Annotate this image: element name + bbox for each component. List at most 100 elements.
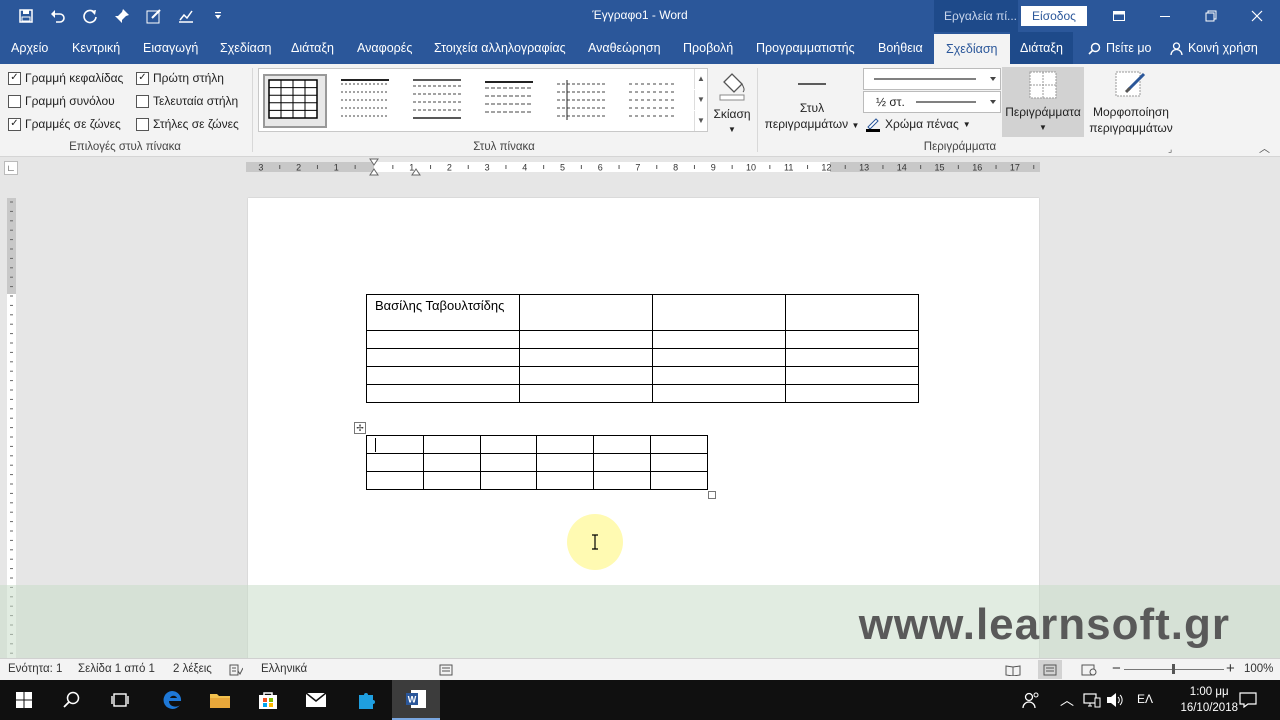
table-style-plain-4[interactable] (551, 74, 611, 124)
save-button[interactable] (14, 6, 38, 26)
status-section[interactable]: Ενότητα: 1 (8, 663, 62, 675)
table-style-plain-3[interactable] (479, 74, 539, 124)
table-cell[interactable] (651, 348, 786, 367)
tab-home[interactable]: Κεντρική (72, 32, 120, 64)
table-cell[interactable] (650, 435, 708, 454)
macro-icon[interactable] (439, 664, 453, 676)
store-button[interactable] (244, 680, 292, 720)
status-page[interactable]: Σελίδα 1 από 1 (78, 663, 155, 675)
table-cell[interactable] (366, 366, 520, 385)
edge-button[interactable] (148, 680, 196, 720)
table-cell[interactable] (651, 384, 786, 403)
redo-button[interactable] (78, 6, 102, 26)
start-button[interactable] (0, 680, 48, 720)
banded-rows-checkbox[interactable]: ✓ Γραμμές σε ζώνες (8, 117, 121, 131)
table-cell[interactable] (479, 435, 538, 454)
zoom-level[interactable]: 100% (1244, 663, 1273, 675)
table-cell[interactable] (366, 330, 520, 349)
line-style-dropdown[interactable] (863, 68, 1001, 90)
share-button[interactable]: Κοινή χρήση (1170, 32, 1258, 64)
table-cell[interactable] (366, 384, 520, 403)
tab-design[interactable]: Σχεδίαση (220, 32, 272, 64)
table-resize-handle[interactable] (708, 491, 716, 499)
table-cell[interactable] (593, 471, 652, 490)
tab-help[interactable]: Βοήθεια (878, 32, 923, 64)
tab-references[interactable]: Αναφορές (357, 32, 412, 64)
table-cell[interactable] (651, 294, 786, 331)
gallery-more[interactable]: ▼ (694, 111, 707, 131)
tab-selector[interactable]: ∟ (4, 161, 18, 175)
collapse-ribbon-icon[interactable]: ︿ (1259, 140, 1270, 156)
table-cell[interactable] (650, 453, 708, 472)
minimize-button[interactable] (1142, 0, 1188, 32)
tell-me-box[interactable]: Πείτε μο (1088, 32, 1152, 64)
table-cell[interactable] (784, 384, 920, 403)
table-cell[interactable] (536, 453, 595, 472)
status-words[interactable]: 2 λέξεις (173, 663, 212, 675)
table-cell[interactable] (593, 453, 652, 472)
border-painter-button[interactable]: Μορφοποίηση περιγραμμάτων (1086, 68, 1176, 136)
zoom-slider-thumb[interactable] (1172, 664, 1175, 674)
horizontal-ruler[interactable]: ∟ 3 2 1 1 2 3 4 5 6 7 8 9 10 11 12 13 14 15 16 17 (0, 158, 1280, 176)
table-cell[interactable] (651, 366, 786, 385)
table-cell[interactable] (366, 348, 520, 367)
clock[interactable]: 1:00 μμ 16/10/2018 (1180, 684, 1238, 716)
table-styles-gallery[interactable]: ▲ ▼ ▼ (258, 68, 708, 132)
customize-qat-button[interactable] (206, 6, 230, 26)
table-cell[interactable] (518, 330, 653, 349)
proofing-icon[interactable] (229, 664, 243, 676)
show-hidden-icons-icon[interactable]: ︿ (1060, 690, 1074, 710)
table-cell[interactable] (650, 471, 708, 490)
table-cell[interactable] (518, 294, 653, 331)
table-cell[interactable] (518, 384, 653, 403)
tab-table-layout[interactable]: Διάταξη (1010, 32, 1073, 64)
table-cell[interactable] (366, 471, 424, 490)
volume-icon[interactable] (1106, 692, 1124, 708)
input-language[interactable]: ΕΛ (1137, 692, 1153, 706)
pin-button[interactable] (110, 6, 134, 26)
undo-button[interactable] (46, 6, 70, 26)
zoom-in-button[interactable]: + (1226, 660, 1235, 677)
tab-file[interactable]: Αρχείο (11, 32, 48, 64)
table-cell[interactable] (784, 294, 920, 331)
tab-layout[interactable]: Διάταξη (291, 32, 334, 64)
table-move-handle-icon[interactable]: ✢ (354, 422, 366, 434)
table-style-plain-5[interactable] (623, 74, 683, 124)
table-cell[interactable] (593, 435, 652, 454)
chart-button[interactable] (174, 6, 198, 26)
status-language[interactable]: Ελληνικά (261, 663, 307, 675)
search-button[interactable] (48, 680, 96, 720)
table-style-plain-2[interactable] (407, 74, 467, 124)
table-cell[interactable] (479, 471, 538, 490)
table-style-plain-1[interactable] (335, 74, 395, 124)
web-layout-icon[interactable] (1081, 664, 1097, 676)
table-cell[interactable] (784, 348, 920, 367)
borders-button[interactable]: Περιγράμματα ▼ (1002, 67, 1084, 137)
table-cell[interactable] (479, 453, 538, 472)
tab-table-design[interactable]: Σχεδίαση (934, 34, 1010, 64)
table-cell[interactable] (536, 435, 595, 454)
tab-insert[interactable]: Εισαγωγή (143, 32, 198, 64)
header-row-checkbox[interactable]: ✓ Γραμμή κεφαλίδας (8, 71, 123, 85)
table-cell[interactable] (784, 366, 920, 385)
file-explorer-button[interactable] (196, 680, 244, 720)
table-cell[interactable] (651, 330, 786, 349)
table-style-grid[interactable] (263, 74, 327, 128)
shading-button[interactable]: Σκίαση ▼ (710, 68, 754, 138)
print-layout-button[interactable] (1038, 660, 1062, 679)
network-icon[interactable] (1083, 692, 1101, 708)
tab-mailings[interactable]: Στοιχεία αλληλογραφίας (434, 32, 566, 64)
draw-button[interactable] (142, 6, 166, 26)
tab-review[interactable]: Αναθεώρηση (588, 32, 661, 64)
app-button[interactable] (342, 680, 390, 720)
first-column-checkbox[interactable]: ✓ Πρώτη στήλη (136, 71, 224, 85)
close-button[interactable] (1234, 0, 1280, 32)
table-cell[interactable] (784, 330, 920, 349)
table-cell[interactable]: Βασίλης Ταβουλτσίδης (366, 294, 520, 331)
table-cell[interactable] (518, 366, 653, 385)
tab-view[interactable]: Προβολή (683, 32, 733, 64)
dialog-launcher-icon[interactable]: ⌟ (1168, 144, 1172, 155)
gallery-scroll-down[interactable]: ▼ (694, 90, 707, 110)
pen-color-button[interactable]: Χρώμα πένας ▼ (865, 116, 971, 132)
table-1[interactable]: Βασίλης Ταβουλτσίδης (366, 294, 920, 403)
